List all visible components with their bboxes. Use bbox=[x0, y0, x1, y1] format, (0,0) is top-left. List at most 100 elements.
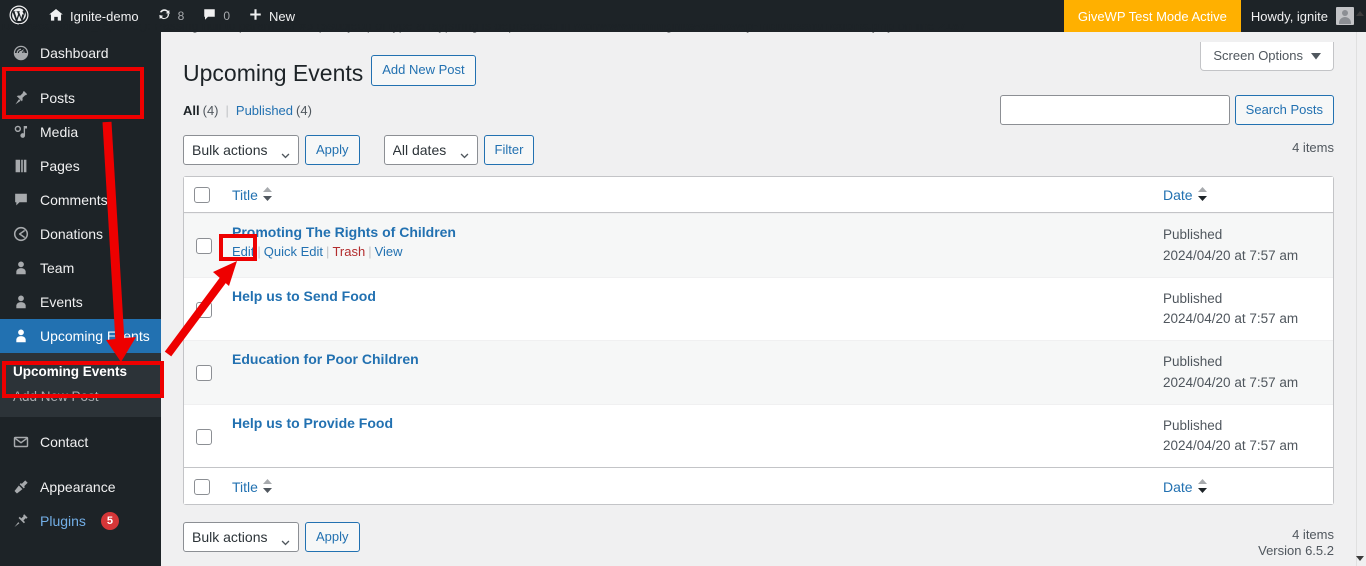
row-checkbox-cell bbox=[184, 213, 222, 277]
row-action-trash[interactable]: Trash bbox=[332, 244, 365, 259]
select-all-checkbox-footer[interactable] bbox=[194, 478, 210, 495]
table-row: Promoting The Rights of Children Edit | Qu… bbox=[184, 213, 1333, 277]
scroll-up-arrow-icon[interactable] bbox=[1355, 6, 1365, 16]
post-title-link[interactable]: Promoting The Rights of Children bbox=[232, 224, 456, 240]
search-input[interactable] bbox=[999, 95, 1230, 125]
submenu-item-add-new-post[interactable]: Add New Post bbox=[0, 384, 161, 409]
select-all-checkbox[interactable] bbox=[194, 187, 210, 204]
row-action-sep: | bbox=[257, 244, 261, 260]
post-title-link[interactable]: Help us to Provide Food bbox=[232, 415, 393, 431]
sidebar-item-label: Posts bbox=[40, 90, 76, 106]
sidebar-item-contact[interactable]: Contact bbox=[0, 425, 161, 459]
row-checkbox[interactable] bbox=[196, 301, 212, 318]
dashboard-icon bbox=[11, 43, 31, 63]
chevron-down-icon bbox=[1311, 48, 1321, 63]
bulk-actions-select-wrap: Bulk actions bbox=[183, 135, 299, 166]
sidebar-gap-3 bbox=[0, 459, 161, 470]
post-title-link[interactable]: Education for Poor Children bbox=[232, 351, 419, 367]
row-status: Published bbox=[1163, 417, 1223, 433]
row-actions: Edit | Quick Edit | Trash | View bbox=[232, 244, 1143, 259]
sidebar-item-label: Plugins bbox=[40, 513, 86, 529]
row-action-view[interactable]: View bbox=[375, 244, 403, 259]
view-link-published[interactable]: Published (4) bbox=[236, 103, 312, 118]
bulk-apply-button-top[interactable]: Apply bbox=[305, 135, 360, 166]
sidebar-item-comments[interactable]: Comments bbox=[0, 183, 161, 217]
sidebar-item-label: Pages bbox=[40, 158, 80, 174]
deprecated-online: on line bbox=[894, 24, 939, 33]
bulk-apply-button-bottom[interactable]: Apply bbox=[305, 521, 360, 552]
row-title-cell: Help us to Provide Food bbox=[222, 403, 1153, 468]
row-date-cell: Published 2024/04/20 at 7:57 am bbox=[1153, 340, 1333, 404]
screen-meta-links: Screen Options bbox=[1200, 42, 1334, 71]
sidebar-item-label: Appearance bbox=[40, 479, 116, 495]
comments-count: 0 bbox=[223, 9, 231, 23]
sidebar-item-posts[interactable]: Posts bbox=[0, 81, 161, 115]
sidebar-item-label: Upcoming Events bbox=[40, 328, 150, 344]
submenu-item-upcoming-events[interactable]: Upcoming Events bbox=[0, 359, 161, 384]
page-wrap: Upcoming Events Add New Post All (4) | Pu… bbox=[161, 32, 1356, 566]
bulk-actions-select-top[interactable]: Bulk actions bbox=[183, 135, 299, 166]
row-checkbox-cell bbox=[184, 276, 222, 341]
bulk-actions-select-bottom[interactable]: Bulk actions bbox=[183, 521, 299, 552]
bulk-actions-select-wrap-bottom: Bulk actions bbox=[183, 521, 299, 552]
row-action-sep: | bbox=[368, 244, 372, 260]
comment-bubble-icon bbox=[202, 7, 217, 25]
row-status: Published bbox=[1163, 354, 1223, 370]
scroll-down-arrow-icon[interactable] bbox=[1355, 550, 1365, 561]
sort-indicator-icon bbox=[1197, 187, 1207, 202]
column-header-title[interactable]: Title bbox=[222, 177, 1153, 214]
table-row: Help us to Provide Food Published 2024/0… bbox=[184, 403, 1333, 468]
row-date-cell: Published 2024/04/20 at 7:57 am bbox=[1153, 403, 1333, 468]
post-title-link[interactable]: Help us to Send Food bbox=[232, 288, 376, 304]
comments-icon bbox=[11, 190, 31, 210]
row-action-edit[interactable]: Edit bbox=[232, 244, 254, 259]
date-filter-select[interactable]: All dates bbox=[383, 135, 478, 166]
media-icon bbox=[11, 122, 31, 142]
row-action-quick-edit[interactable]: Quick Edit bbox=[264, 244, 323, 259]
items-count-bottom: 4 items bbox=[1292, 526, 1334, 542]
tablenav-top: Bulk actions Apply All dates Filter 4 it… bbox=[183, 134, 1334, 166]
row-checkbox[interactable] bbox=[196, 238, 212, 255]
main-content: Screen Options Upcoming Events Add New Po… bbox=[161, 32, 1356, 566]
row-date: 2024/04/20 at 7:57 am bbox=[1163, 247, 1299, 263]
sidebar-item-donations[interactable]: Donations bbox=[0, 217, 161, 251]
screen-root: Ignite-demo 8 0 New GiveWP Test Mode Act… bbox=[0, 0, 1366, 566]
wordpress-version: Version 6.5.2 bbox=[1258, 543, 1334, 558]
column-header-title-label: Title bbox=[232, 187, 258, 204]
page-scrollbar[interactable] bbox=[1356, 32, 1366, 566]
sidebar-item-pages[interactable]: Pages bbox=[0, 149, 161, 183]
sidebar-item-dashboard[interactable]: Dashboard bbox=[0, 36, 161, 70]
view-link-all[interactable]: All (4) bbox=[183, 103, 219, 118]
view-link-published-label[interactable]: Published bbox=[236, 103, 293, 118]
screen-options-button[interactable]: Screen Options bbox=[1200, 42, 1334, 71]
sidebar-item-media[interactable]: Media bbox=[0, 115, 161, 149]
deprecated-line-number: 2187 bbox=[938, 24, 967, 33]
add-new-post-button[interactable]: Add New Post bbox=[371, 55, 476, 87]
row-date: 2024/04/20 at 7:57 am bbox=[1163, 438, 1299, 454]
row-date-cell: Published 2024/04/20 at 7:57 am bbox=[1153, 213, 1333, 277]
row-checkbox[interactable] bbox=[196, 428, 212, 445]
row-action-sep: | bbox=[326, 244, 330, 260]
sidebar-item-appearance[interactable]: Appearance bbox=[0, 470, 161, 504]
sidebar-gap-2 bbox=[0, 417, 161, 425]
row-date: 2024/04/20 at 7:57 am bbox=[1163, 374, 1299, 390]
howdy-label: Howdy, ignite bbox=[1250, 8, 1328, 24]
sidebar-item-label: Team bbox=[40, 260, 75, 276]
row-status: Published bbox=[1163, 290, 1223, 306]
plug-icon bbox=[11, 511, 31, 531]
sidebar-item-upcoming-events[interactable]: Upcoming Events bbox=[0, 319, 161, 353]
row-checkbox[interactable] bbox=[196, 365, 212, 382]
search-posts-button[interactable]: Search Posts bbox=[1234, 95, 1334, 125]
sidebar-item-team[interactable]: Team bbox=[0, 251, 161, 285]
sidebar-item-plugins[interactable]: Plugins 5 bbox=[0, 504, 161, 538]
column-footer-date[interactable]: Date bbox=[1153, 467, 1333, 504]
donations-icon bbox=[11, 224, 31, 244]
column-header-date[interactable]: Date bbox=[1153, 177, 1333, 214]
filter-button[interactable]: Filter bbox=[483, 135, 535, 166]
deprecated-notice: Deprecated: str_replace(): Passing null … bbox=[0, 24, 1366, 38]
sidebar-item-label: Dashboard bbox=[40, 45, 109, 61]
deprecated-label: Deprecated bbox=[2, 24, 71, 33]
sidebar-item-events[interactable]: Events bbox=[0, 285, 161, 319]
pin-icon bbox=[11, 88, 31, 108]
column-footer-title[interactable]: Title bbox=[222, 467, 1153, 504]
